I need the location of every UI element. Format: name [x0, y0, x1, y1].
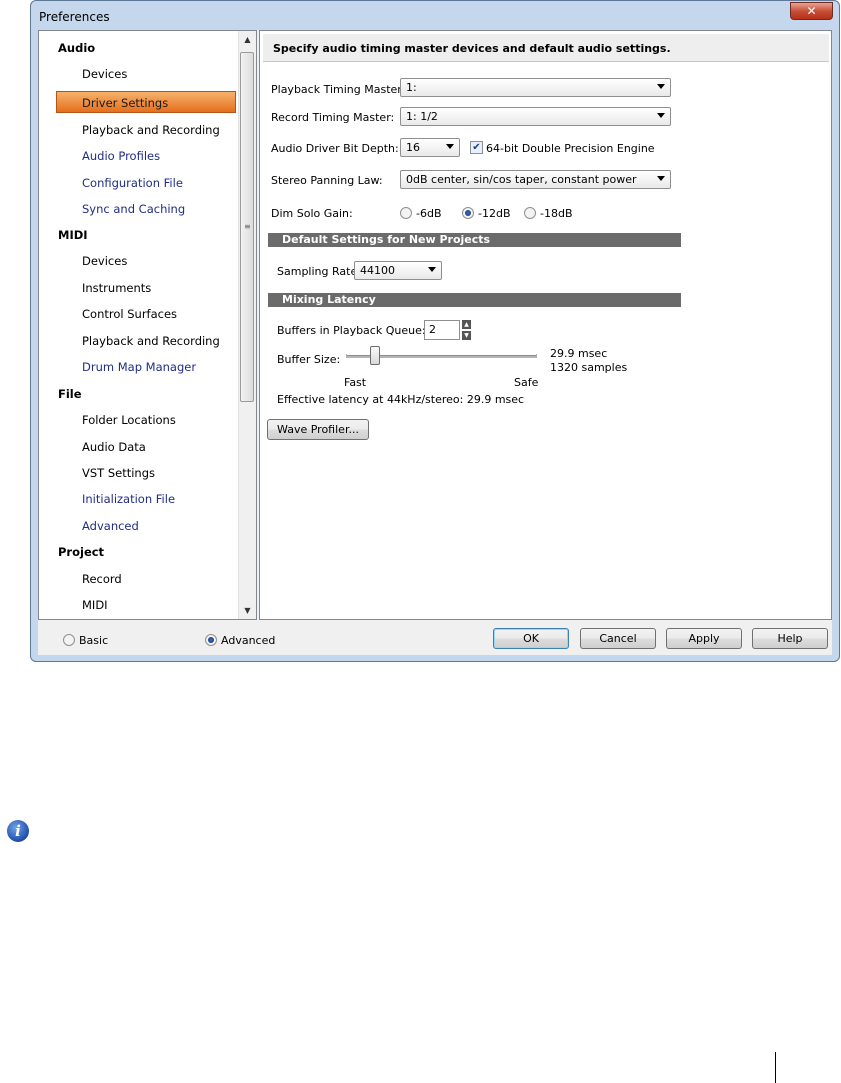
tree-category-audio[interactable]: Audio [58, 36, 95, 60]
playback-timing-select[interactable]: 1: [400, 78, 671, 97]
info-icon: i [7, 820, 29, 842]
slider-tick [346, 354, 347, 358]
wave-profiler-button[interactable]: Wave Profiler... [267, 419, 369, 440]
buffer-samples: 1320 samples [550, 361, 628, 374]
help-button[interactable]: Help [752, 628, 828, 649]
cancel-button[interactable]: Cancel [580, 628, 656, 649]
tree-item-sync-caching[interactable]: Sync and Caching [82, 197, 185, 221]
apply-button[interactable]: Apply [666, 628, 742, 649]
mode-basic-label: Basic [79, 634, 109, 647]
sampling-rate-label: Sampling Rate: [277, 265, 361, 278]
tree-item-project-midi[interactable]: MIDI [82, 593, 108, 617]
mode-basic-radio[interactable] [63, 634, 75, 646]
tree-item-audio-profiles[interactable]: Audio Profiles [82, 144, 160, 168]
window-title: Preferences [39, 10, 110, 24]
scroll-up-icon[interactable]: ▲ [239, 31, 256, 48]
slider-safe-label: Safe [514, 376, 539, 389]
close-icon: ✕ [806, 4, 817, 18]
bit-depth-select[interactable]: 16 [400, 138, 460, 157]
tree-item-audio-playback-recording[interactable]: Playback and Recording [82, 118, 220, 142]
preferences-window: Preferences ✕ Audio Devices Driver Setti… [30, 0, 840, 662]
double-precision-label: 64-bit Double Precision Engine [486, 142, 655, 155]
tree-item-midi-playback-recording[interactable]: Playback and Recording [82, 329, 220, 353]
effective-latency: Effective latency at 44kHz/stereo: 29.9 … [277, 393, 525, 406]
mode-advanced-label: Advanced [221, 634, 276, 647]
settings-panel: Specify audio timing master devices and … [259, 30, 832, 620]
dim-solo-18db-radio[interactable] [524, 207, 536, 219]
tree-item-configuration-file[interactable]: Configuration File [82, 171, 183, 195]
double-precision-checkbox[interactable]: ✔ [470, 141, 483, 154]
sampling-rate-value: 44100 [360, 264, 395, 277]
buffer-msec: 29.9 msec [550, 347, 608, 360]
playback-timing-value: 1: [406, 81, 417, 94]
bit-depth-label: Audio Driver Bit Depth: [271, 142, 399, 155]
scroll-down-icon[interactable]: ▼ [239, 602, 256, 619]
record-timing-label: Record Timing Master: [271, 111, 395, 124]
grip-icon: ≡ [244, 222, 251, 231]
tree-item-folder-locations[interactable]: Folder Locations [82, 408, 176, 432]
dim-solo-6db-radio[interactable] [400, 207, 412, 219]
mode-advanced-radio[interactable] [205, 634, 217, 646]
tree-item-vst-settings[interactable]: VST Settings [82, 461, 155, 485]
buffer-size-label: Buffer Size: [277, 353, 341, 366]
playback-timing-label: Playback Timing Master: [271, 83, 406, 96]
panning-law-label: Stereo Panning Law: [271, 174, 383, 187]
chevron-down-icon [428, 267, 436, 272]
slider-tick [536, 354, 537, 358]
buffers-input[interactable]: 2 [424, 320, 460, 340]
buffers-stepper[interactable]: ▲ ▼ [462, 320, 471, 340]
record-timing-select[interactable]: 1: 1/2 [400, 107, 671, 126]
mixing-latency-section: Mixing Latency [268, 293, 681, 307]
spin-up-icon[interactable]: ▲ [462, 320, 471, 329]
tree-item-advanced[interactable]: Advanced [82, 514, 139, 538]
tree-item-audio-data[interactable]: Audio Data [82, 435, 146, 459]
scrollbar-thumb[interactable]: ≡ [240, 52, 254, 402]
panning-law-select[interactable]: 0dB center, sin/cos taper, constant powe… [400, 170, 671, 189]
panning-law-value: 0dB center, sin/cos taper, constant powe… [406, 173, 637, 186]
tree-item-audio-devices[interactable]: Devices [82, 62, 127, 86]
dialog-client: Audio Devices Driver Settings Playback a… [38, 30, 832, 655]
bit-depth-value: 16 [406, 141, 420, 154]
tree-category-file[interactable]: File [58, 382, 82, 406]
close-button[interactable]: ✕ [790, 2, 833, 20]
tree-item-initialization-file[interactable]: Initialization File [82, 487, 175, 511]
dim-solo-12db-label: -12dB [478, 207, 511, 220]
tree-item-drum-map-manager[interactable]: Drum Map Manager [82, 355, 196, 379]
tree-item-midi-devices[interactable]: Devices [82, 249, 127, 273]
chevron-down-icon [446, 144, 454, 149]
tree-category-midi[interactable]: MIDI [58, 223, 88, 247]
tree-category-project[interactable]: Project [58, 540, 104, 564]
dim-solo-label: Dim Solo Gain: [271, 207, 353, 220]
tree-item-instruments[interactable]: Instruments [82, 276, 151, 300]
tree-item-control-surfaces[interactable]: Control Surfaces [82, 302, 177, 326]
page-divider [775, 1052, 776, 1083]
tree-scrollbar[interactable]: ▲ ≡ ▼ [238, 31, 256, 619]
chevron-down-icon [657, 176, 665, 181]
tree-item-driver-settings[interactable]: Driver Settings [56, 91, 236, 113]
tree-item-record[interactable]: Record [82, 567, 122, 591]
spin-down-icon[interactable]: ▼ [462, 331, 471, 340]
ok-button[interactable]: OK [493, 628, 569, 649]
title-bar[interactable]: Preferences ✕ [31, 1, 839, 31]
preferences-tree: Audio Devices Driver Settings Playback a… [38, 30, 257, 620]
buffers-label: Buffers in Playback Queue: [277, 324, 426, 337]
record-timing-value: 1: 1/2 [406, 110, 438, 123]
slider-fast-label: Fast [344, 376, 367, 389]
sampling-rate-select[interactable]: 44100 [354, 261, 442, 280]
chevron-down-icon [657, 84, 665, 89]
chevron-down-icon [657, 113, 665, 118]
default-settings-section: Default Settings for New Projects [268, 233, 681, 247]
buffer-size-slider[interactable] [370, 346, 380, 365]
dim-solo-12db-radio[interactable] [462, 207, 474, 219]
panel-header: Specify audio timing master devices and … [263, 34, 829, 62]
dim-solo-18db-label: -18dB [540, 207, 573, 220]
dim-solo-6db-label: -6dB [416, 207, 442, 220]
